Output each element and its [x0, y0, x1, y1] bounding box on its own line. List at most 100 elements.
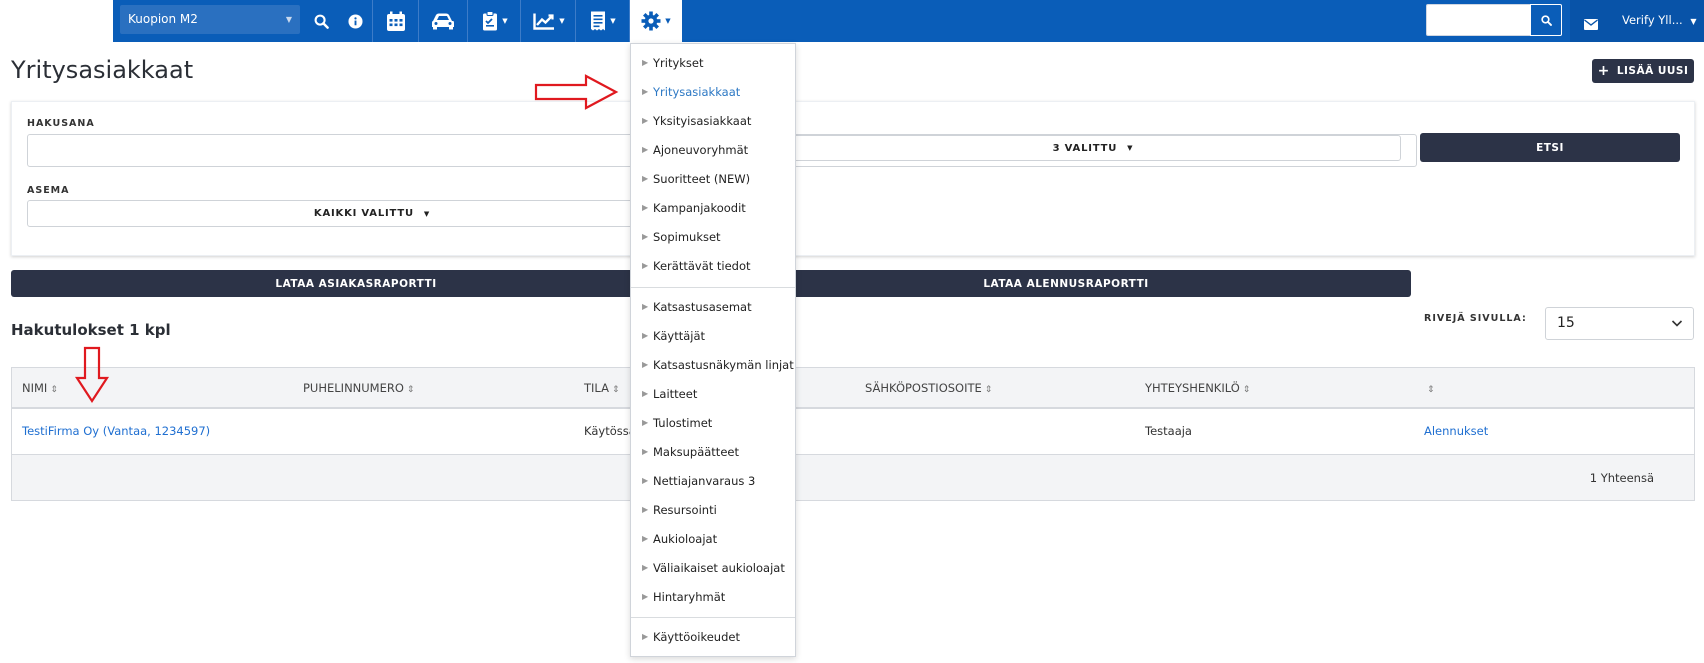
- status-filter-select[interactable]: 3 VALITTU ▼: [785, 135, 1401, 161]
- station-select-value: Kuopion M2: [128, 12, 198, 26]
- caret-down-icon: ▼: [610, 17, 616, 25]
- table-row: TestiFirma Oy (Vantaa, 1234597) Käytössä…: [12, 409, 1694, 454]
- annotation-arrow-down-icon: [74, 346, 110, 404]
- caret-down-icon: ▼: [502, 17, 508, 25]
- nav-separator: [520, 0, 521, 42]
- caret-right-icon: ▶: [642, 261, 649, 270]
- sort-icon: ⇕: [50, 385, 58, 395]
- menu-item-katsastusasemat[interactable]: ▶ Katsastusasemat: [631, 300, 795, 320]
- caret-right-icon: ▶: [642, 145, 649, 154]
- company-name-link[interactable]: TestiFirma Oy (Vantaa, 1234597): [22, 424, 210, 438]
- user-area: Verify Yll... ▼: [1570, 0, 1704, 42]
- settings-dropdown-menu: ▶ Yritykset ▶ Yritysasiakkaat ▶ Yksityisasi…: [630, 43, 796, 657]
- receipt-menu[interactable]: ▼: [578, 0, 628, 42]
- discounts-link[interactable]: Alennukset: [1424, 424, 1488, 438]
- caret-right-icon: ▶: [642, 447, 649, 456]
- menu-item-resursointi[interactable]: ▶ Resursointi: [631, 503, 795, 523]
- station-filter-value: KAIKKI VALITTU: [313, 208, 414, 219]
- search-icon: [1540, 14, 1552, 26]
- clipboard-menu[interactable]: ▼: [470, 0, 520, 42]
- column-header-phone[interactable]: PUHELINNUMERO ⇕: [303, 381, 414, 395]
- user-name: Verify Yll...: [1622, 13, 1683, 27]
- caret-right-icon: ▶: [642, 389, 649, 398]
- caret-right-icon: ▶: [642, 331, 649, 340]
- user-menu[interactable]: Verify Yll... ▼: [1622, 13, 1696, 27]
- menu-item-aukioloajat[interactable]: ▶ Aukioloajat: [631, 532, 795, 552]
- sort-icon: ⇕: [406, 385, 415, 395]
- rows-per-page-label: RIVEJÄ SIVULLA:: [1424, 313, 1527, 324]
- menu-item-yritykset[interactable]: ▶ Yritykset: [631, 56, 795, 76]
- receipt-icon: [591, 11, 606, 31]
- column-header-name[interactable]: NIMI ⇕: [22, 381, 58, 395]
- customer-report-label: LATAA ASIAKASRAPORTTI: [275, 277, 437, 290]
- discount-report-label: LATAA ALENNUSRAPORTTI: [983, 277, 1149, 290]
- sort-icon: ⇕: [1427, 385, 1435, 395]
- results-table: NIMI ⇕ PUHELINNUMERO ⇕ TILA ⇕ SÄHKÖPOSTIOSO…: [11, 367, 1695, 501]
- caret-right-icon: ▶: [642, 360, 649, 369]
- add-new-label: LISÄÄ UUSI: [1616, 65, 1689, 77]
- column-header-email[interactable]: SÄHKÖPOSTIOSOITE ⇕: [865, 381, 992, 395]
- caret-down-icon: ▼: [423, 209, 431, 218]
- menu-item-katsastusnakyman-linjat[interactable]: ▶ Katsastusnäkymän linjat: [631, 358, 795, 378]
- menu-item-ajoneuvoryhmat[interactable]: ▶ Ajoneuvoryhmät: [631, 143, 795, 163]
- search-icon[interactable]: [310, 0, 332, 42]
- caret-right-icon: ▶: [642, 203, 649, 212]
- menu-item-kayttooikeudet[interactable]: ▶ Käyttöoikeudet: [631, 630, 795, 650]
- menu-item-nettiajanvaraus[interactable]: ▶ Nettiajanvaraus 3: [631, 474, 795, 494]
- results-title: Hakutulokset 1 kpl: [11, 321, 171, 339]
- caret-right-icon: ▶: [642, 232, 649, 241]
- nav-separator: [575, 0, 576, 42]
- menu-item-valiaikaiset-aukioloajat[interactable]: ▶ Väliaikaiset aukioloajat: [631, 561, 795, 581]
- caret-right-icon: ▶: [642, 302, 649, 311]
- status-filter-value: 3 VALITTU: [1052, 142, 1118, 154]
- discount-report-button[interactable]: LATAA ALENNUSRAPORTTI: [721, 270, 1411, 297]
- menu-item-yritysasiakkaat[interactable]: ▶ Yritysasiakkaat: [631, 85, 795, 105]
- menu-item-tulostimet[interactable]: ▶ Tulostimet: [631, 416, 795, 436]
- top-navbar: Kuopion M2 ▼ ▼ ▼ ▼ ▼ Verify Yll... ▼: [0, 0, 1704, 42]
- menu-item-kampanjakoodit[interactable]: ▶ Kampanjakoodit: [631, 201, 795, 221]
- sort-icon: ⇕: [984, 385, 993, 395]
- menu-item-yksityisasiakkaat[interactable]: ▶ Yksityisasiakkaat: [631, 114, 795, 134]
- column-header-status[interactable]: TILA ⇕: [584, 381, 620, 395]
- menu-item-kayttajat[interactable]: ▶ Käyttäjät: [631, 329, 795, 349]
- calendar-icon[interactable]: [373, 0, 418, 42]
- car-icon[interactable]: [419, 0, 467, 42]
- info-icon[interactable]: [344, 0, 366, 42]
- search-button-label: ETSI: [1536, 141, 1564, 154]
- customer-report-button[interactable]: LATAA ASIAKASRAPORTTI: [11, 270, 701, 297]
- column-header-contact[interactable]: YHTEYSHENKILÖ ⇕: [1145, 381, 1250, 395]
- menu-divider: [631, 287, 795, 288]
- caret-right-icon: ▶: [642, 58, 649, 67]
- total-count: 1 Yhteensä: [1589, 471, 1654, 485]
- menu-divider: [631, 617, 795, 618]
- caret-right-icon: ▶: [642, 534, 649, 543]
- add-new-button[interactable]: + LISÄÄ UUSI: [1592, 59, 1694, 83]
- search-button[interactable]: ETSI: [1420, 133, 1680, 162]
- page-title: Yritysasiakkaat: [11, 56, 194, 84]
- station-filter-select[interactable]: KAIKKI VALITTU ▼: [27, 200, 717, 227]
- caret-down-icon: ▼: [1127, 144, 1134, 152]
- caret-right-icon: ▶: [642, 116, 649, 125]
- station-select[interactable]: Kuopion M2 ▼: [120, 5, 300, 34]
- top-search-button[interactable]: [1530, 4, 1562, 36]
- sort-icon: ⇕: [1242, 385, 1251, 395]
- menu-item-sopimukset[interactable]: ▶ Sopimukset: [631, 230, 795, 250]
- caret-down-icon: ▼: [285, 15, 292, 24]
- menu-item-hintaryhmat[interactable]: ▶ Hintaryhmät: [631, 590, 795, 610]
- chart-menu[interactable]: ▼: [524, 0, 574, 42]
- settings-menu[interactable]: ▼: [630, 0, 682, 42]
- caret-right-icon: ▶: [642, 505, 649, 514]
- top-search-input[interactable]: [1426, 4, 1530, 36]
- station-label: ASEMA: [27, 185, 70, 196]
- sort-icon: ⇕: [611, 385, 620, 395]
- menu-item-suoritteet[interactable]: ▶ Suoritteet (NEW): [631, 172, 795, 192]
- menu-item-laitteet[interactable]: ▶ Laitteet: [631, 387, 795, 407]
- column-header-actions[interactable]: ⇕: [1424, 381, 1435, 395]
- clipboard-icon: [483, 11, 498, 31]
- logo[interactable]: [0, 0, 113, 42]
- menu-item-kerattavat-tiedot[interactable]: ▶ Kerättävät tiedot: [631, 259, 795, 279]
- table-header: NIMI ⇕ PUHELINNUMERO ⇕ TILA ⇕ SÄHKÖPOSTIOSO…: [12, 368, 1694, 409]
- menu-item-maksupaatteet[interactable]: ▶ Maksupäätteet: [631, 445, 795, 465]
- rows-per-page-select[interactable]: 15: [1545, 307, 1694, 340]
- mail-icon[interactable]: [1584, 15, 1598, 34]
